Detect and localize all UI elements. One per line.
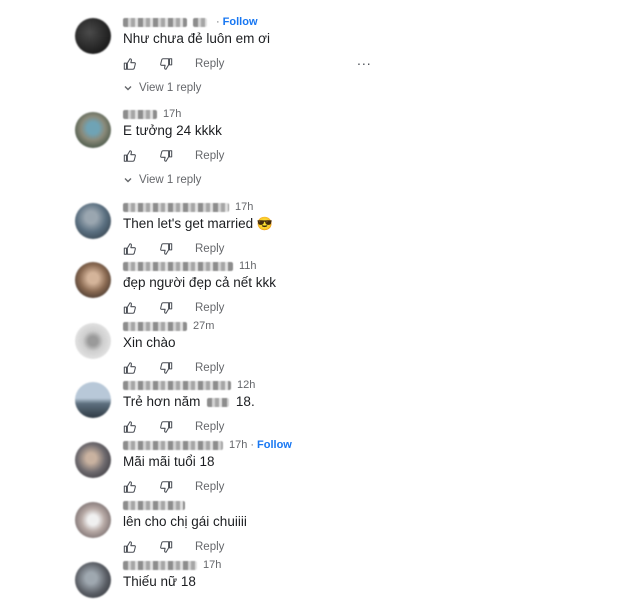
- comment-text-body: Then let's get married: [123, 216, 254, 231]
- comment-text-start: Trẻ hơn năm: [123, 394, 201, 409]
- comment-text: E tưởng 24 kkkk: [123, 123, 222, 138]
- comment-text: Mãi mãi tuổi 18: [123, 454, 215, 469]
- comment-meta: 12h: [123, 377, 255, 393]
- author-name-blurred[interactable]: [123, 500, 185, 510]
- sunglasses-emoji-icon: 😎: [256, 216, 274, 231]
- comment-meta: 17h: [123, 199, 253, 215]
- comment-meta: · Follow: [123, 14, 258, 30]
- comment-time: 11h: [239, 260, 257, 272]
- avatar[interactable]: [75, 112, 111, 148]
- author-name-blurred[interactable]: [193, 17, 207, 27]
- comment-text: Trẻ hơn năm 18.: [123, 393, 255, 410]
- follow-button[interactable]: Follow: [223, 16, 258, 28]
- view-replies-label: View 1 reply: [139, 174, 202, 186]
- comment-actions: Reply: [123, 419, 224, 435]
- view-replies-button[interactable]: View 1 reply: [123, 174, 201, 186]
- avatar[interactable]: [75, 382, 111, 418]
- avatar[interactable]: [75, 442, 111, 478]
- comment-actions: Reply: [123, 360, 224, 376]
- blurred-text: [207, 397, 230, 407]
- thumbs-down-icon[interactable]: [159, 242, 173, 256]
- comment-meta: 17h: [123, 106, 181, 122]
- thumbs-down-icon[interactable]: [159, 480, 173, 494]
- view-replies-label: View 1 reply: [139, 82, 202, 94]
- comment-actions: Reply: [123, 300, 224, 316]
- avatar[interactable]: [75, 262, 111, 298]
- thumbs-down-icon[interactable]: [159, 57, 173, 71]
- comment-text: Như chưa đẻ luôn em ơi: [123, 31, 270, 46]
- comment-time: 17h: [163, 108, 182, 120]
- author-name-blurred[interactable]: [123, 440, 223, 450]
- comment-actions: Reply: [123, 56, 224, 72]
- reply-button[interactable]: Reply: [195, 150, 224, 162]
- thumbs-up-icon[interactable]: [123, 242, 137, 256]
- author-name-blurred[interactable]: [123, 380, 231, 390]
- avatar[interactable]: [75, 18, 111, 54]
- thumbs-up-icon[interactable]: [123, 420, 137, 434]
- author-name-blurred[interactable]: [123, 560, 197, 570]
- separator-dot: ·: [216, 16, 220, 28]
- author-name-blurred[interactable]: [123, 261, 233, 271]
- comment-actions: Reply: [123, 241, 224, 257]
- thumbs-up-icon[interactable]: [123, 540, 137, 554]
- comment-text: Then let's get married 😎: [123, 215, 273, 232]
- comment-actions: Reply: [123, 148, 224, 164]
- thumbs-down-icon[interactable]: [159, 361, 173, 375]
- comment-time: 17h: [229, 439, 248, 451]
- author-name-blurred[interactable]: [123, 202, 229, 212]
- avatar[interactable]: [75, 502, 111, 538]
- comment-actions: Reply: [123, 479, 224, 495]
- thumbs-down-icon[interactable]: [159, 540, 173, 554]
- comment-meta: 11h: [123, 258, 257, 274]
- comment-meta: 27m: [123, 318, 214, 334]
- reply-button[interactable]: Reply: [195, 58, 224, 70]
- comment-text-end: 18.: [235, 394, 255, 409]
- reply-button[interactable]: Reply: [195, 302, 224, 314]
- separator-dot: ·: [250, 439, 255, 451]
- comment-text: đẹp người đẹp cả nết kkk: [123, 275, 276, 290]
- comment-text: Thiếu nữ 18: [123, 574, 196, 589]
- thumbs-up-icon[interactable]: [123, 57, 137, 71]
- comment-text: Xin chào: [123, 335, 176, 350]
- chevron-down-icon: [123, 175, 133, 185]
- thumbs-down-icon[interactable]: [159, 301, 173, 315]
- author-name-blurred[interactable]: [123, 17, 187, 27]
- comment-time: 17h: [235, 201, 254, 213]
- more-options-icon[interactable]: ...: [357, 52, 372, 68]
- thumbs-up-icon[interactable]: [123, 301, 137, 315]
- avatar[interactable]: [75, 562, 111, 598]
- avatar[interactable]: [75, 323, 111, 359]
- follow-button[interactable]: Follow: [257, 439, 292, 451]
- avatar[interactable]: [75, 203, 111, 239]
- reply-button[interactable]: Reply: [195, 362, 224, 374]
- comment-thread: · Follow Như chưa đẻ luôn em ơi ... Repl…: [0, 0, 641, 607]
- comment-time: 12h: [237, 379, 256, 391]
- author-name-blurred[interactable]: [123, 321, 187, 331]
- thumbs-down-icon[interactable]: [159, 149, 173, 163]
- comment-time: 27m: [193, 320, 215, 332]
- comment-actions: Reply: [123, 539, 224, 555]
- view-replies-button[interactable]: View 1 reply: [123, 82, 201, 94]
- comment-meta: [123, 497, 191, 513]
- thumbs-down-icon[interactable]: [159, 420, 173, 434]
- comment-text: lên cho chị gái chuiiii: [123, 514, 247, 529]
- chevron-down-icon: [123, 83, 133, 93]
- author-name-blurred[interactable]: [123, 109, 157, 119]
- comment-meta: 17h: [123, 557, 221, 573]
- reply-button[interactable]: Reply: [195, 481, 224, 493]
- thumbs-up-icon[interactable]: [123, 480, 137, 494]
- reply-button[interactable]: Reply: [195, 243, 224, 255]
- reply-button[interactable]: Reply: [195, 541, 224, 553]
- thumbs-up-icon[interactable]: [123, 149, 137, 163]
- reply-button[interactable]: Reply: [195, 421, 224, 433]
- thumbs-up-icon[interactable]: [123, 361, 137, 375]
- comment-meta: 17h · Follow: [123, 437, 292, 453]
- comment-time: 17h: [203, 559, 222, 571]
